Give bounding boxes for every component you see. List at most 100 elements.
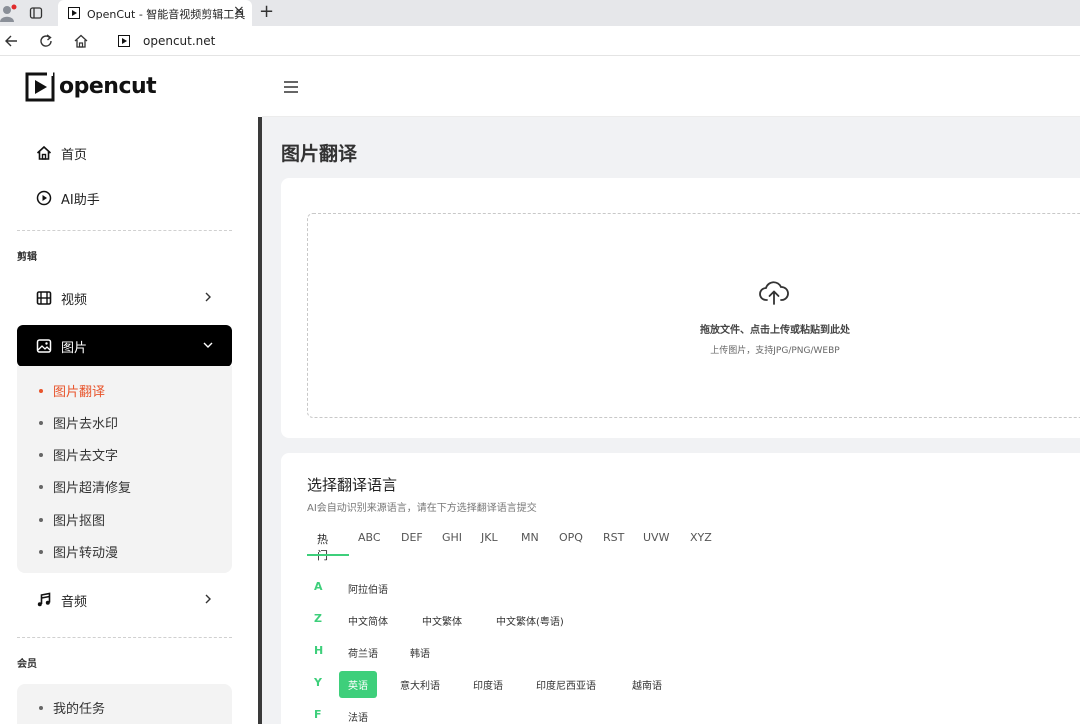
submenu-item-remove-watermark[interactable]: 图片去水印	[39, 413, 118, 432]
image-icon	[36, 339, 52, 353]
sidebar-divider	[17, 637, 232, 638]
opencut-favicon-icon	[68, 7, 80, 19]
site-favicon-icon	[118, 35, 130, 47]
music-note-icon	[37, 592, 51, 607]
language-card: 选择翻译语言 AI会自动识别来源语言，请在下方选择翻译语言提交 热门 ABC D…	[281, 453, 1080, 724]
member-item-label: 我的任务	[53, 702, 106, 717]
upload-main-text: 拖放文件、点击上传或粘贴到此处	[700, 325, 850, 336]
sidebar-divider	[17, 230, 232, 231]
tab-ghi[interactable]: GHI	[442, 531, 462, 544]
active-tab-indicator	[307, 554, 349, 556]
chevron-right-icon	[205, 594, 211, 604]
sidebar: opencut 首页 AI助手 剪辑 视频 图片 图片翻译 图片去水印 图片去文…	[0, 56, 258, 724]
close-icon[interactable]: ×	[233, 3, 245, 19]
sidebar-item-audio[interactable]: 音频	[17, 579, 232, 621]
image-submenu: 图片翻译 图片去水印 图片去文字 图片超清修复 图片抠图 图片转动漫	[17, 366, 232, 573]
language-option[interactable]: 荷兰语	[348, 645, 378, 660]
sidebar-item-label: 视频	[61, 292, 88, 308]
profile-icon[interactable]	[0, 3, 20, 23]
language-option-selected[interactable]: 英语	[339, 671, 377, 698]
language-option[interactable]: 意大利语	[400, 677, 440, 692]
sidebar-item-label: AI助手	[61, 192, 100, 208]
tab-rst[interactable]: RST	[603, 531, 624, 544]
language-option[interactable]: 中文简体	[348, 613, 388, 628]
home-icon[interactable]	[73, 33, 89, 49]
submenu-item-label: 图片去水印	[53, 417, 119, 432]
submenu-item-super-resolution[interactable]: 图片超清修复	[39, 477, 131, 496]
browser-tab-bar: OpenCut - 智能音视频剪辑工具 × +	[0, 0, 1080, 26]
upload-card: 拖放文件、点击上传或粘贴到此处 上传图片，支持JPG/PNG/WEBP	[281, 178, 1080, 438]
language-option[interactable]: 中文繁体(粤语)	[496, 613, 564, 628]
tab-actions-icon[interactable]	[29, 6, 43, 20]
film-icon	[36, 291, 52, 305]
tab-uvw[interactable]: UVW	[643, 531, 669, 544]
submenu-item-cutout[interactable]: 图片抠图	[39, 510, 105, 529]
tab-opq[interactable]: OPQ	[559, 531, 583, 544]
home-icon	[36, 145, 52, 160]
language-section-title: 选择翻译语言	[307, 476, 398, 494]
sidebar-item-ai-assistant[interactable]: AI助手	[17, 177, 232, 219]
section-label-member: 会员	[17, 659, 37, 670]
sidebar-item-image[interactable]: 图片	[17, 325, 232, 367]
bullet-icon	[39, 484, 43, 489]
submenu-item-to-anime[interactable]: 图片转动漫	[39, 542, 118, 561]
sidebar-item-label: 首页	[61, 147, 88, 163]
play-circle-icon	[36, 190, 52, 206]
url-text: opencut.net	[143, 34, 216, 48]
submenu-item-label: 图片转动漫	[53, 546, 119, 561]
row-letter: Z	[314, 612, 322, 625]
submenu-item-label: 图片去文字	[53, 449, 119, 464]
address-bar: opencut.net	[0, 26, 1080, 56]
upload-dropzone[interactable]: 拖放文件、点击上传或粘贴到此处 上传图片，支持JPG/PNG/WEBP	[307, 213, 1080, 418]
bullet-icon	[39, 420, 43, 425]
chevron-down-icon	[203, 342, 213, 348]
url-field[interactable]: opencut.net	[104, 29, 1080, 53]
logo[interactable]: opencut	[25, 69, 157, 103]
bullet-icon	[39, 517, 43, 522]
cloud-upload-icon	[759, 281, 789, 305]
sidebar-item-label: 音频	[61, 594, 88, 610]
row-letter: Y	[314, 676, 322, 689]
section-label-edit: 剪辑	[17, 252, 37, 263]
language-option[interactable]: 法语	[348, 709, 368, 724]
tab-xyz[interactable]: XYZ	[690, 531, 712, 544]
sidebar-item-video[interactable]: 视频	[17, 277, 232, 319]
top-header	[262, 56, 1080, 117]
upload-hint-text: 上传图片，支持JPG/PNG/WEBP	[710, 346, 840, 356]
submenu-item-image-translate[interactable]: 图片翻译	[39, 381, 105, 400]
tab-jkl[interactable]: JKL	[481, 531, 498, 544]
language-section-description: AI会自动识别来源语言，请在下方选择翻译语言提交	[307, 503, 537, 514]
tab-mn[interactable]: MN	[521, 531, 539, 544]
page-title: 图片翻译	[281, 143, 358, 165]
tab-def[interactable]: DEF	[401, 531, 423, 544]
member-menu: 我的任务	[17, 684, 232, 724]
back-icon[interactable]	[3, 33, 19, 49]
logo-icon	[25, 70, 55, 102]
tab-hot[interactable]: 热门	[317, 531, 328, 563]
logo-text: opencut	[59, 73, 157, 99]
language-option[interactable]: 阿拉伯语	[348, 581, 388, 596]
submenu-item-label: 图片超清修复	[53, 481, 132, 496]
tab-title: OpenCut - 智能音视频剪辑工具	[87, 8, 246, 21]
row-letter: A	[314, 580, 323, 593]
row-letter: F	[314, 708, 322, 721]
language-option[interactable]: 越南语	[632, 677, 662, 692]
new-tab-icon[interactable]: +	[259, 1, 274, 22]
bullet-icon	[39, 705, 43, 710]
language-option[interactable]: 印度语	[473, 677, 503, 692]
reload-icon[interactable]	[38, 33, 54, 49]
sidebar-item-home[interactable]: 首页	[17, 132, 232, 174]
tab-abc[interactable]: ABC	[358, 531, 381, 544]
member-item-my-tasks[interactable]: 我的任务	[39, 698, 105, 717]
hamburger-menu-icon[interactable]	[283, 80, 299, 94]
bullet-icon	[39, 388, 43, 393]
language-option[interactable]: 中文繁体	[422, 613, 462, 628]
language-option[interactable]: 印度尼西亚语	[536, 677, 596, 692]
submenu-item-remove-text[interactable]: 图片去文字	[39, 445, 118, 464]
browser-tab[interactable]: OpenCut - 智能音视频剪辑工具 ×	[58, 0, 252, 26]
language-option[interactable]: 韩语	[410, 645, 430, 660]
bullet-icon	[39, 452, 43, 457]
chevron-right-icon	[205, 292, 211, 302]
bullet-icon	[39, 549, 43, 554]
submenu-item-label: 图片抠图	[53, 514, 106, 529]
